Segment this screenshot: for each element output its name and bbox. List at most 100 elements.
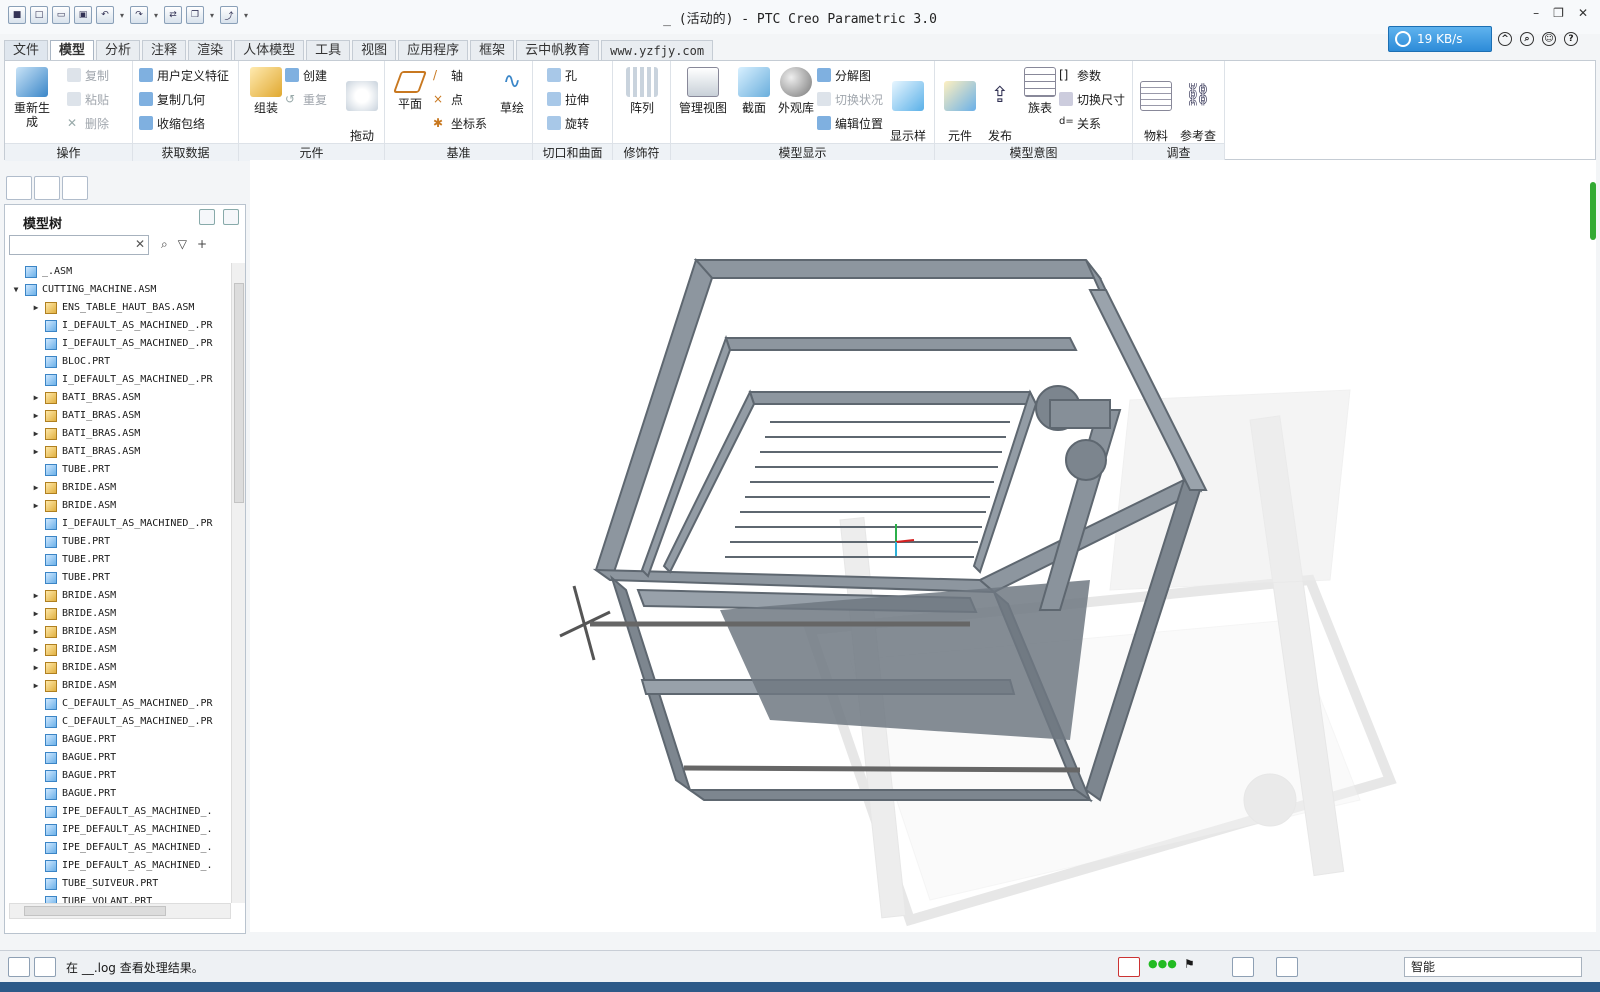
community-icon[interactable]: ☺ [1542,32,1556,46]
sketch-button[interactable]: ∿ 草绘 [489,67,535,115]
tree-horizontal-scrollbar[interactable] [9,903,231,919]
tree-item[interactable]: I_DEFAULT_AS_MACHINED_.PR [7,317,229,335]
close-icon[interactable]: ✕ [1578,6,1588,20]
tree-item[interactable]: TUBE_VOLANT.PRT [7,893,229,903]
group-label-modifiers[interactable]: 修饰符 [613,143,670,161]
csys-button[interactable]: ✱ 坐标系 [433,113,487,133]
tree-item[interactable]: ▶ BATI_BRAS.ASM [7,425,229,443]
tree-item[interactable]: ▶ BRIDE.ASM [7,659,229,677]
tree-item[interactable]: IPE_DEFAULT_AS_MACHINED_. [7,803,229,821]
save-icon[interactable]: ▣ [74,6,92,24]
tree-item[interactable]: ▶ BRIDE.ASM [7,587,229,605]
tree-item[interactable]: ▶ BATI_BRAS.ASM [7,443,229,461]
axis-button[interactable]: / 轴 [433,65,463,85]
redo-dropdown-icon[interactable]: ▾ [152,6,160,24]
tree-item[interactable]: C_DEFAULT_AS_MACHINED_.PR [7,695,229,713]
tree-expander-icon[interactable]: ▶ [31,299,41,317]
tree-item[interactable]: TUBE.PRT [7,533,229,551]
group-label-component[interactable]: 元件 [239,143,384,161]
tab-tools[interactable]: 工具 [306,40,351,60]
hole-button[interactable]: 孔 [547,65,577,85]
switch-dimensions-button[interactable]: 切换尺寸 [1059,89,1125,109]
redo-icon[interactable]: ↷ [130,6,148,24]
tab-applications[interactable]: 应用程序 [398,40,469,60]
tab-view[interactable]: 视图 [352,40,397,60]
tree-item[interactable]: I_DEFAULT_AS_MACHINED_.PR [7,335,229,353]
tree-expander-icon[interactable]: ▶ [31,389,41,407]
udf-button[interactable]: 用户定义特征 [139,65,229,85]
tree-item[interactable]: I_DEFAULT_AS_MACHINED_.PR [7,515,229,533]
assemble-button[interactable]: 组装 [243,67,289,115]
create-button[interactable]: 创建 [285,65,327,85]
network-speed-widget[interactable]: 19 KB/s [1388,26,1492,52]
graphics-window[interactable] [250,160,1596,932]
group-label-operations[interactable]: 操作 [5,143,132,161]
tree-item[interactable]: TUBE_SUIVEUR.PRT [7,875,229,893]
search-icon[interactable]: ⌕ [1520,32,1534,46]
relations-button[interactable]: d= 关系 [1059,113,1101,133]
plane-button[interactable]: 平面 [387,67,433,111]
favorites-tab-icon[interactable] [62,176,88,200]
tree-expander-icon[interactable]: ▶ [31,641,41,659]
tree-item[interactable]: BAGUE.PRT [7,749,229,767]
show-browser-icon[interactable] [34,957,56,977]
tree-item[interactable]: ▼ CUTTING_MACHINE.ASM [7,281,229,299]
windows-dropdown-icon[interactable]: ▾ [208,6,216,24]
tree-settings-icon[interactable] [199,209,215,225]
tree-item[interactable]: ▶ BRIDE.ASM [7,677,229,695]
help-icon[interactable]: ? [1564,32,1578,46]
tab-file[interactable]: 文件 [4,40,49,60]
tab-framework[interactable]: 框架 [470,40,515,60]
undo-icon[interactable]: ↶ [96,6,114,24]
tree-item[interactable]: IPE_DEFAULT_AS_MACHINED_. [7,857,229,875]
tab-yzf-edu[interactable]: 云中帆教育 [516,40,600,60]
add-column-icon[interactable]: + [197,237,207,252]
clear-search-icon[interactable]: ✕ [135,237,145,251]
close-window-icon[interactable]: ⤴ [220,6,238,24]
regenerate-small-icon[interactable]: ⇄ [164,6,182,24]
tree-expander-icon[interactable]: ▶ [31,659,41,677]
regenerate-button[interactable]: 重新生成 [9,67,55,129]
tree-item[interactable]: IPE_DEFAULT_AS_MACHINED_. [7,839,229,857]
tree-vertical-scrollbar[interactable] [231,263,245,903]
tree-vscroll-thumb[interactable] [234,283,244,503]
tab-manikin[interactable]: 人体模型 [234,40,305,60]
flag-icon[interactable]: ⚑ [1184,957,1206,977]
paste-button[interactable]: 粘贴 [67,89,109,109]
viewport-scroll-indicator[interactable] [1590,182,1596,240]
manage-views-button[interactable]: 管理视图 [675,67,731,115]
tree-show-icon[interactable] [223,209,239,225]
extrude-button[interactable]: 拉伸 [547,89,589,109]
tree-expander-icon[interactable]: ▶ [31,605,41,623]
show-navigator-icon[interactable] [8,957,30,977]
tree-item[interactable]: C_DEFAULT_AS_MACHINED_.PR [7,713,229,731]
delete-button[interactable]: ✕ 删除 [67,113,109,133]
tree-item[interactable]: _.ASM [7,263,229,281]
group-label-datum[interactable]: 基准 [385,143,532,161]
folder-browser-tab-icon[interactable] [34,176,60,200]
find-binoculars-icon[interactable]: ⌕ [161,237,168,252]
selection-tools-icon[interactable] [1276,957,1298,977]
new-file-icon[interactable]: □ [30,6,48,24]
shrinkwrap-button[interactable]: 收缩包络 [139,113,205,133]
selection-filter-select[interactable]: 智能 [1404,957,1582,977]
assembly-model-render[interactable] [250,160,1596,932]
collapse-ribbon-icon[interactable]: ^ [1498,32,1512,46]
windows-icon[interactable]: ❐ [186,6,204,24]
filter-icon[interactable]: ▽ [178,237,187,252]
tree-item[interactable]: I_DEFAULT_AS_MACHINED_.PR [7,371,229,389]
tree-item[interactable]: BAGUE.PRT [7,767,229,785]
parameters-button[interactable]: [] 参数 [1059,65,1101,85]
open-folder-icon[interactable]: ▭ [52,6,70,24]
copy-button[interactable]: 复制 [67,65,109,85]
app-icon[interactable]: ■ [8,6,26,24]
tree-expander-icon[interactable]: ▼ [11,281,21,299]
edit-position-button[interactable]: 编辑位置 [817,113,883,133]
tree-item[interactable]: ▶ BRIDE.ASM [7,605,229,623]
stop-regen-icon[interactable] [1118,957,1140,977]
tab-render[interactable]: 渲染 [188,40,233,60]
pattern-button[interactable]: 阵列 [619,67,665,115]
tree-search-input[interactable] [9,235,149,255]
tab-annotate[interactable]: 注释 [142,40,187,60]
tree-item[interactable]: BLOC.PRT [7,353,229,371]
